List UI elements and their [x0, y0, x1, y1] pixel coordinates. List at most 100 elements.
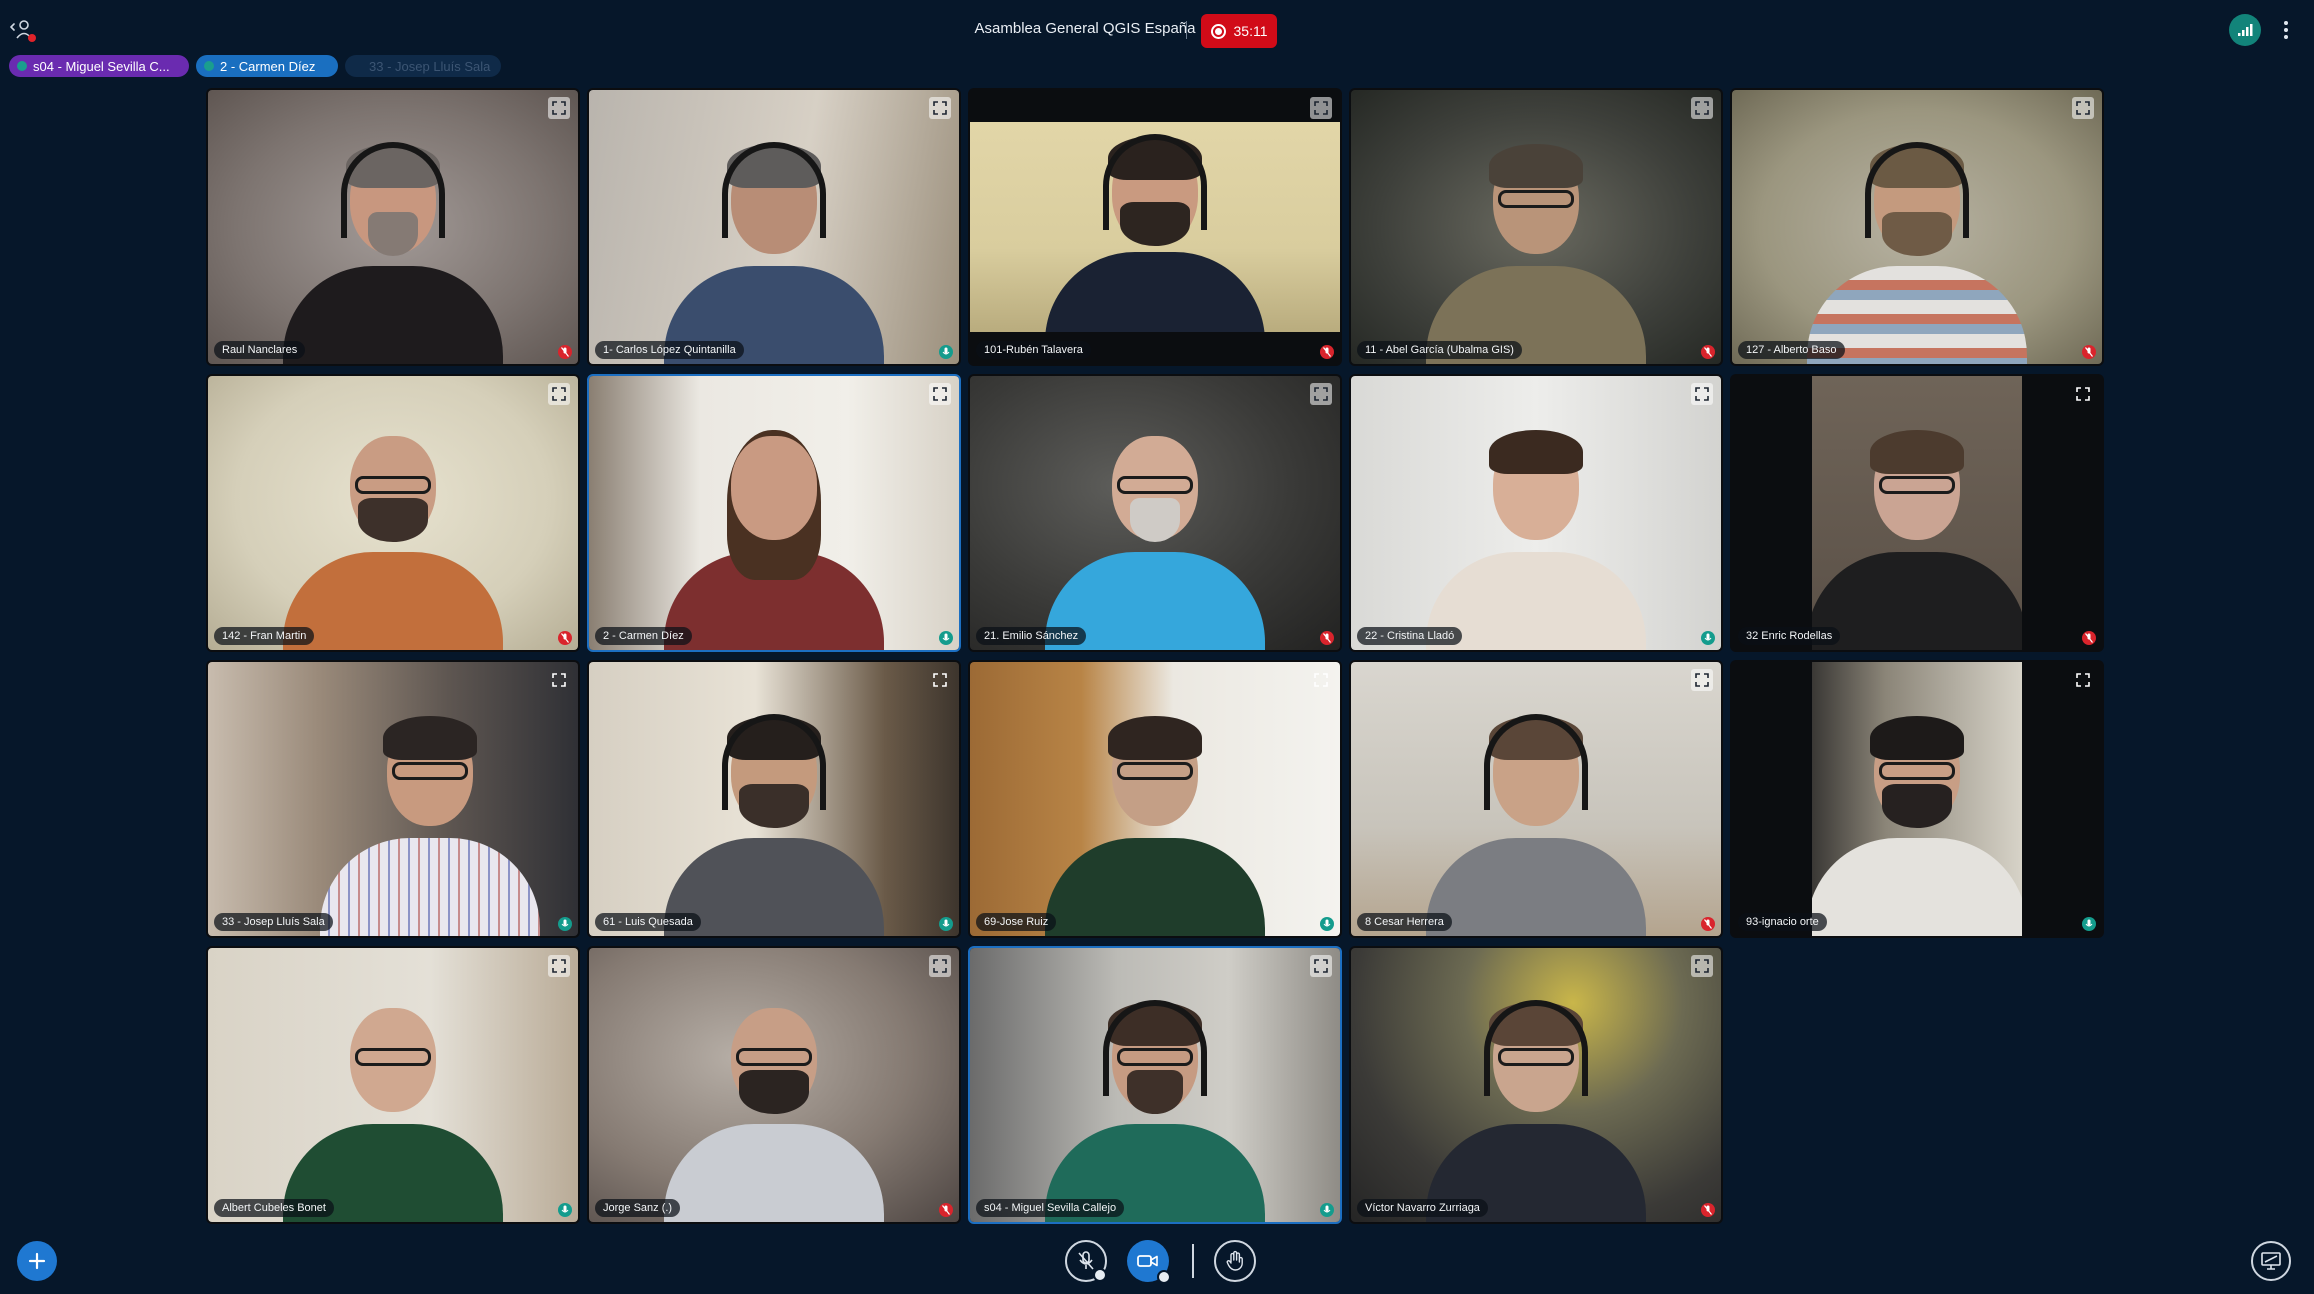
- expand-icon[interactable]: [1691, 955, 1713, 977]
- participant-name[interactable]: 142 - Fran Martin: [214, 627, 315, 645]
- video-tile[interactable]: 127 - Alberto Baso: [1730, 88, 2104, 366]
- title-separator: [1186, 21, 1187, 39]
- video-tile[interactable]: 1- Carlos López Quintanilla: [587, 88, 961, 366]
- microphone-icon: [2082, 917, 2096, 931]
- expand-icon[interactable]: [2072, 97, 2094, 119]
- plus-icon[interactable]: [17, 1241, 57, 1281]
- participant-silhouette: [664, 380, 884, 650]
- video-tile[interactable]: 33 - Josep Lluís Sala: [206, 660, 580, 938]
- video-tile[interactable]: 11 - Abel García (Ubalma GIS): [1349, 88, 1723, 366]
- expand-icon[interactable]: [548, 955, 570, 977]
- video-feed: [1812, 376, 2022, 650]
- participant-name[interactable]: 69-Jose Ruiz: [976, 913, 1057, 931]
- participant-silhouette: [1426, 380, 1646, 650]
- more-options-icon[interactable]: [2276, 16, 2296, 44]
- video-tile[interactable]: 8 Cesar Herrera: [1349, 660, 1723, 938]
- microphone-muted-icon: [558, 631, 572, 645]
- expand-icon[interactable]: [1310, 955, 1332, 977]
- microphone-muted-icon: [1701, 345, 1715, 359]
- video-tile[interactable]: Raul Nanclares: [206, 88, 580, 366]
- expand-icon[interactable]: [929, 955, 951, 977]
- participant-name[interactable]: 101-Rubén Talavera: [976, 341, 1091, 359]
- notification-dot: [28, 34, 36, 42]
- video-feed: [208, 376, 578, 650]
- talker-pill[interactable]: 2 - Carmen Díez: [196, 55, 338, 77]
- expand-icon[interactable]: [548, 97, 570, 119]
- recording-indicator[interactable]: 35:11: [1201, 14, 1277, 48]
- raise-hand-icon[interactable]: [1214, 1240, 1256, 1282]
- video-feed: [970, 376, 1340, 650]
- talker-pill[interactable]: s04 - Miguel Sevilla C...: [9, 55, 189, 77]
- video-feed: [589, 662, 959, 936]
- participant-silhouette: [664, 94, 884, 364]
- participant-name[interactable]: Raul Nanclares: [214, 341, 306, 359]
- participant-name[interactable]: 93-ignacio orte: [1738, 913, 1827, 931]
- microphone-muted-icon: [939, 1203, 953, 1217]
- expand-icon[interactable]: [929, 383, 951, 405]
- video-tile[interactable]: 93-ignacio orte: [1730, 660, 2104, 938]
- video-tile[interactable]: Víctor Navarro Zurriaga: [1349, 946, 1723, 1224]
- video-tile[interactable]: 142 - Fran Martin: [206, 374, 580, 652]
- video-feed: [589, 376, 959, 650]
- video-tile[interactable]: 101-Rubén Talavera: [968, 88, 1342, 366]
- camera-icon[interactable]: [1127, 1240, 1171, 1284]
- mic-settings-indicator[interactable]: [1093, 1268, 1107, 1282]
- video-feed: [208, 948, 578, 1222]
- video-tile[interactable]: 69-Jose Ruiz: [968, 660, 1342, 938]
- participant-name[interactable]: s04 - Miguel Sevilla Callejo: [976, 1199, 1125, 1217]
- participant-name[interactable]: 22 - Cristina Lladó: [1357, 627, 1463, 645]
- expand-icon[interactable]: [1310, 97, 1332, 119]
- participant-name[interactable]: 33 - Josep Lluís Sala: [214, 913, 333, 931]
- expand-icon[interactable]: [1691, 97, 1713, 119]
- microphone-icon: [1701, 631, 1715, 645]
- video-feed: [1351, 376, 1721, 650]
- expand-icon[interactable]: [1691, 669, 1713, 691]
- video-tile[interactable]: Jorge Sanz (.): [587, 946, 961, 1224]
- video-feed: [1351, 662, 1721, 936]
- participant-name[interactable]: 32 Enric Rodellas: [1738, 627, 1841, 645]
- video-tile[interactable]: s04 - Miguel Sevilla Callejo: [968, 946, 1342, 1224]
- video-tile[interactable]: 2 - Carmen Díez: [587, 374, 961, 652]
- participant-silhouette: [1045, 122, 1265, 332]
- presentation-icon[interactable]: [2251, 1241, 2291, 1281]
- expand-icon[interactable]: [1310, 383, 1332, 405]
- video-feed: [589, 948, 959, 1222]
- participant-name[interactable]: 127 - Alberto Baso: [1738, 341, 1845, 359]
- participant-name[interactable]: 2 - Carmen Díez: [595, 627, 692, 645]
- microphone-muted-icon: [2082, 631, 2096, 645]
- talker-label: 2 - Carmen Díez: [220, 58, 316, 74]
- video-tile[interactable]: 32 Enric Rodellas: [1730, 374, 2104, 652]
- expand-icon[interactable]: [548, 669, 570, 691]
- camera-settings-indicator[interactable]: [1157, 1270, 1171, 1284]
- video-feed: [1812, 662, 2022, 936]
- microphone-muted-icon: [1701, 917, 1715, 931]
- expand-icon[interactable]: [929, 97, 951, 119]
- participant-name[interactable]: Albert Cubeles Bonet: [214, 1199, 334, 1217]
- video-tile[interactable]: Albert Cubeles Bonet: [206, 946, 580, 1224]
- expand-icon[interactable]: [1691, 383, 1713, 405]
- participant-name[interactable]: 1- Carlos López Quintanilla: [595, 341, 744, 359]
- video-tile[interactable]: 21. Emilio Sánchez: [968, 374, 1342, 652]
- expand-icon[interactable]: [2072, 669, 2094, 691]
- video-tile[interactable]: 22 - Cristina Lladó: [1349, 374, 1723, 652]
- connection-status-icon[interactable]: [2229, 14, 2261, 46]
- participant-name[interactable]: 8 Cesar Herrera: [1357, 913, 1452, 931]
- microphone-muted-icon: [1320, 631, 1334, 645]
- microphone-muted-icon: [558, 345, 572, 359]
- video-tile[interactable]: 61 - Luis Quesada: [587, 660, 961, 938]
- talker-pill[interactable]: 33 - Josep Lluís Sala: [345, 55, 501, 77]
- participant-silhouette: [1426, 952, 1646, 1222]
- user-list-icon[interactable]: [8, 16, 38, 44]
- participant-name[interactable]: Jorge Sanz (.): [595, 1199, 681, 1217]
- microphone-muted-icon[interactable]: [1065, 1240, 1107, 1282]
- participant-silhouette: [1426, 666, 1646, 936]
- expand-icon[interactable]: [548, 383, 570, 405]
- video-feed: [589, 90, 959, 364]
- participant-name[interactable]: 21. Emilio Sánchez: [976, 627, 1087, 645]
- participant-name[interactable]: 61 - Luis Quesada: [595, 913, 701, 931]
- expand-icon[interactable]: [2072, 383, 2094, 405]
- participant-name[interactable]: Víctor Navarro Zurriaga: [1357, 1199, 1488, 1217]
- participant-name[interactable]: 11 - Abel García (Ubalma GIS): [1357, 341, 1522, 359]
- expand-icon[interactable]: [1310, 669, 1332, 691]
- expand-icon[interactable]: [929, 669, 951, 691]
